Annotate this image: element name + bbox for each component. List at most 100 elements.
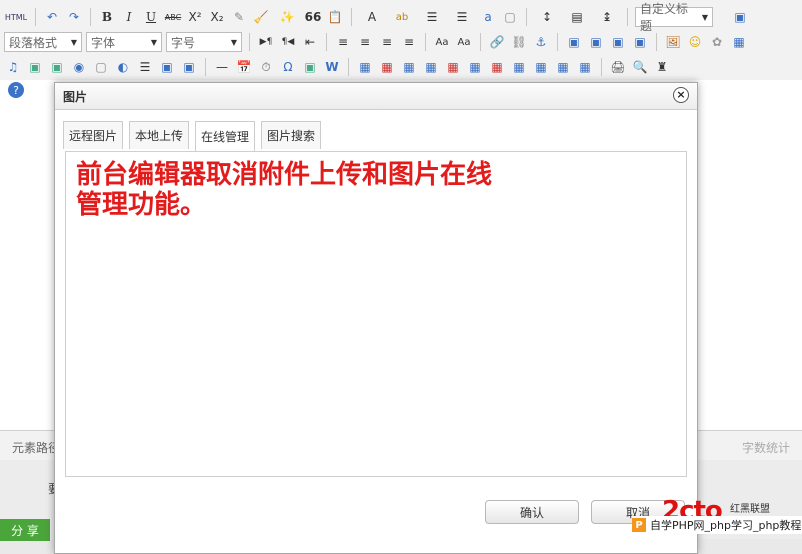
image-dialog: 图片 × 远程图片 本地上传 在线管理 图片搜索 前台编辑器取消附件上传和图片在… xyxy=(54,82,698,554)
preview-icon[interactable]: 🔍 xyxy=(631,58,649,76)
tab-local-upload[interactable]: 本地上传 xyxy=(129,121,190,149)
delete-row-icon[interactable]: ▦ xyxy=(444,58,462,76)
help-icon[interactable]: ? xyxy=(8,82,24,98)
anchor-icon[interactable]: ⚓ xyxy=(532,33,550,51)
horizontal-rule-icon[interactable]: — xyxy=(213,58,231,76)
site-watermark: 2cto 红黑联盟 P 自学PHP网_php学习_php教程 xyxy=(632,496,802,539)
chevron-down-icon: ▼ xyxy=(701,12,708,22)
image-left-icon[interactable]: ▣ xyxy=(587,33,605,51)
insert-frame-icon[interactable]: ▦ xyxy=(730,33,748,51)
paste-plain-icon[interactable]: 📋 xyxy=(326,8,344,26)
map-icon[interactable]: ◉ xyxy=(70,58,88,76)
video-icon[interactable]: ▣ xyxy=(26,58,44,76)
unlink-icon[interactable]: ⛓ xyxy=(510,33,528,51)
image-icon[interactable]: 🖼 xyxy=(664,33,682,51)
time-icon[interactable]: ⏱ xyxy=(257,58,275,76)
special-char-icon[interactable]: Ω xyxy=(279,58,297,76)
toolbar-separator xyxy=(351,8,352,26)
link-icon[interactable]: 🔗 xyxy=(488,33,506,51)
dialog-header: 图片 × xyxy=(55,83,697,110)
delete-col-icon[interactable]: ▦ xyxy=(488,58,506,76)
ltr-button[interactable]: ▶¶ xyxy=(257,33,275,51)
scrawl-icon[interactable]: ✿ xyxy=(708,33,726,51)
share-button[interactable]: 分 享 xyxy=(0,519,50,541)
italic-button[interactable]: I xyxy=(120,8,138,26)
html-source-button[interactable]: HTML xyxy=(4,8,28,26)
toolbar-separator xyxy=(249,33,250,51)
align-center-button[interactable]: ≡ xyxy=(356,33,374,51)
rtl-button[interactable]: ¶◀ xyxy=(279,33,297,51)
gmap-icon[interactable]: ▢ xyxy=(92,58,110,76)
chevron-down-icon: ▼ xyxy=(150,37,157,47)
insert-row-icon[interactable]: ▦ xyxy=(422,58,440,76)
row-spacing-top-dropdown[interactable]: ↕ xyxy=(534,8,560,26)
align-right-button[interactable]: ≡ xyxy=(378,33,396,51)
clear-doc-icon[interactable]: ▢ xyxy=(501,8,519,26)
tab-remote-image[interactable]: 远程图片 xyxy=(63,121,124,149)
row-spacing-bottom-dropdown[interactable]: ▤ xyxy=(564,8,590,26)
split-cells-icon[interactable]: ▦ xyxy=(576,58,594,76)
pagebreak-icon[interactable]: ☰ xyxy=(136,58,154,76)
webapp-icon[interactable]: ◐ xyxy=(114,58,132,76)
toolbar-row-1: HTML ↶ ↷ B I U ABC X² X₂ ✎ 🧹 ✨ 66 📋 A ab… xyxy=(4,2,749,33)
watermark-logo-side: 红黑联盟 xyxy=(730,504,770,515)
paragraph-format-select[interactable]: 段落格式 ▼ xyxy=(4,32,82,52)
align-left-button[interactable]: ≡ xyxy=(334,33,352,51)
image-none-icon[interactable]: ▣ xyxy=(565,33,583,51)
font-family-select[interactable]: 字体 ▼ xyxy=(86,32,162,52)
toolbar-separator xyxy=(557,33,558,51)
magic-wand-dropdown[interactable]: ✨ xyxy=(274,8,300,26)
image-right-icon[interactable]: ▣ xyxy=(609,33,627,51)
justify-button[interactable]: ≡ xyxy=(400,33,418,51)
merge-cells-icon[interactable]: ▦ xyxy=(510,58,528,76)
eraser-icon[interactable]: ✎ xyxy=(230,8,248,26)
merge-down-icon[interactable]: ▦ xyxy=(554,58,572,76)
select-all-icon[interactable]: a xyxy=(479,8,497,26)
toolbar-separator xyxy=(526,8,527,26)
emotion-icon[interactable]: ☺ xyxy=(686,33,704,51)
to-uppercase-button[interactable]: Aa xyxy=(433,33,451,51)
insert-col-icon[interactable]: ▦ xyxy=(466,58,484,76)
word-count-label: 字数统计 xyxy=(741,441,790,455)
background-icon[interactable]: ▣ xyxy=(180,58,198,76)
insert-paragraph-before-table-icon[interactable]: ▦ xyxy=(400,58,418,76)
font-size-select[interactable]: 字号 ▼ xyxy=(166,32,242,52)
format-brush-icon[interactable]: 🧹 xyxy=(252,8,270,26)
tab-panel-online-manage: 前台编辑器取消附件上传和图片在线 管理功能。 xyxy=(65,151,687,477)
font-color-dropdown[interactable]: A xyxy=(359,8,385,26)
confirm-button[interactable]: 确认 xyxy=(485,500,579,524)
insert-table-icon[interactable]: ▦ xyxy=(356,58,374,76)
redo-button[interactable]: ↷ xyxy=(65,8,83,26)
music-icon[interactable]: ♫ xyxy=(4,58,22,76)
undo-button[interactable]: ↶ xyxy=(43,8,61,26)
search-replace-icon[interactable]: ♜ xyxy=(653,58,671,76)
template-icon[interactable]: ▣ xyxy=(158,58,176,76)
close-icon[interactable]: × xyxy=(673,87,689,103)
word-image-icon[interactable]: W xyxy=(323,58,341,76)
merge-right-icon[interactable]: ▦ xyxy=(532,58,550,76)
bold-button[interactable]: B xyxy=(98,8,116,26)
custom-heading-select[interactable]: 自定义标题 ▼ xyxy=(635,2,713,33)
line-height-dropdown[interactable]: ↨ xyxy=(594,8,620,26)
print-icon[interactable]: 🖨 xyxy=(609,58,627,76)
ordered-list-dropdown[interactable]: ☰ xyxy=(419,8,445,26)
tab-image-search[interactable]: 图片搜索 xyxy=(261,121,322,149)
blockquote-button[interactable]: 66 xyxy=(304,8,322,26)
toolbar-separator xyxy=(480,33,481,51)
dialog-title: 图片 xyxy=(63,90,88,104)
superscript-button[interactable]: X² xyxy=(186,8,204,26)
fullscreen-icon[interactable]: ▣ xyxy=(731,8,749,26)
delete-table-icon[interactable]: ▦ xyxy=(378,58,396,76)
multi-image-icon[interactable]: ▣ xyxy=(48,58,66,76)
image-center-icon[interactable]: ▣ xyxy=(631,33,649,51)
snapscreen-icon[interactable]: ▣ xyxy=(301,58,319,76)
date-icon[interactable]: 📅 xyxy=(235,58,253,76)
subscript-button[interactable]: X₂ xyxy=(208,8,226,26)
to-lowercase-button[interactable]: Aa xyxy=(455,33,473,51)
highlight-dropdown[interactable]: ab xyxy=(389,8,415,26)
tab-online-manage[interactable]: 在线管理 xyxy=(195,121,256,151)
underline-button[interactable]: U xyxy=(142,8,160,26)
unordered-list-dropdown[interactable]: ☰ xyxy=(449,8,475,26)
indent-button[interactable]: ⇤ xyxy=(301,33,319,51)
strikethrough-button[interactable]: ABC xyxy=(164,8,182,26)
